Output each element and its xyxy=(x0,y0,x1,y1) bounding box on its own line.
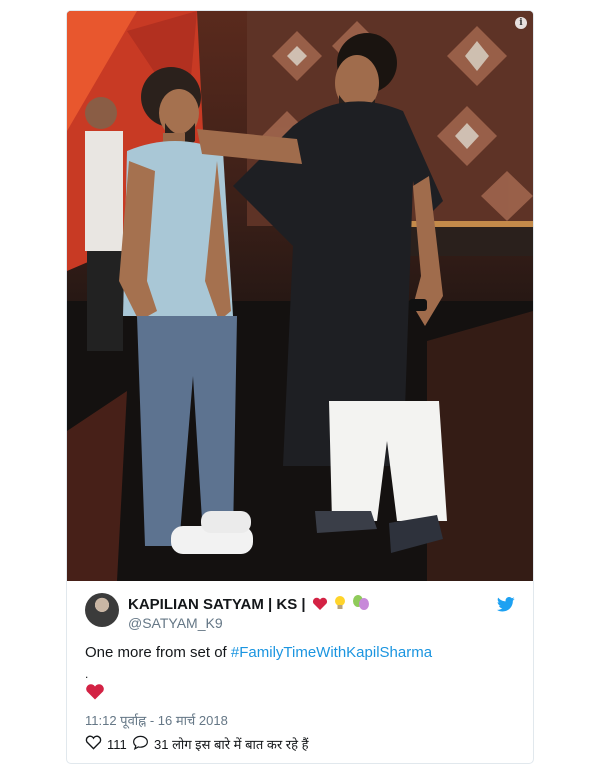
heart-icon[interactable] xyxy=(85,735,102,753)
tweet-extra-line: . xyxy=(85,667,89,681)
reply-icon[interactable] xyxy=(132,735,149,753)
like-button[interactable]: 111 xyxy=(85,735,127,753)
photo-illustration xyxy=(67,11,533,581)
heart-emoji-large xyxy=(85,683,105,706)
reply-button[interactable]: 31 लोग इस बारे में बात कर रहे हैं xyxy=(132,735,309,753)
twitter-bird-icon[interactable] xyxy=(497,597,515,617)
theater-masks-emoji xyxy=(352,595,370,614)
avatar[interactable] xyxy=(85,593,119,627)
lightbulb-emoji xyxy=(334,595,346,614)
like-count: 111 xyxy=(107,736,127,752)
replies-text: 31 लोग इस बारे में बात कर रहे हैं xyxy=(154,737,309,752)
tweet-text: One more from set of #FamilyTimeWithKapi… xyxy=(85,644,432,661)
author-name-row[interactable]: KAPILIAN SATYAM | KS | xyxy=(128,595,370,614)
heart-emoji xyxy=(312,597,328,614)
tweet-card: i KAPILIAN SATYAM | KS | @SATYAM_K9 One … xyxy=(66,10,534,764)
author-name[interactable]: KAPILIAN SATYAM | KS | xyxy=(128,596,306,613)
tweet-header: KAPILIAN SATYAM | KS | @SATYAM_K9 xyxy=(85,593,515,633)
tweet-photo[interactable]: i xyxy=(67,11,533,581)
info-icon[interactable]: i xyxy=(515,17,527,29)
tweet-text-body: One more from set of xyxy=(85,644,231,661)
author-handle[interactable]: @SATYAM_K9 xyxy=(128,615,223,631)
hashtag-link[interactable]: #FamilyTimeWithKapilSharma xyxy=(231,644,432,661)
tweet-timestamp[interactable]: 11:12 पूर्वाह्न - 16 मार्च 2018 xyxy=(85,711,228,729)
